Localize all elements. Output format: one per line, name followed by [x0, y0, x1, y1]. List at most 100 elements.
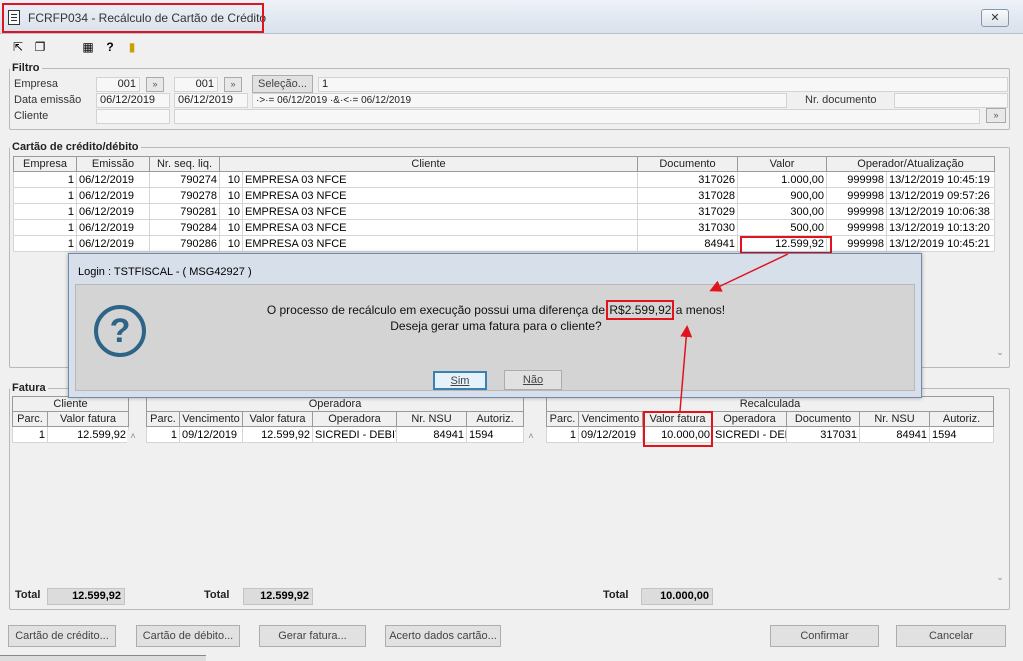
- confirmar-button[interactable]: Confirmar: [770, 625, 879, 647]
- cell-seq: 790284: [149, 219, 220, 236]
- cell-atualizacao: 13/12/2019 09:57:26: [886, 187, 995, 204]
- col-autoriz[interactable]: Autoriz.: [465, 411, 525, 427]
- cell-atualizacao: 13/12/2019 10:45:19: [886, 171, 995, 188]
- selecao-button[interactable]: Seleção...: [252, 75, 313, 93]
- col-autoriz[interactable]: Autoriz.: [928, 411, 995, 427]
- cartao-credito-button[interactable]: Cartão de crédito...: [8, 625, 116, 647]
- fatura-legend: Fatura: [12, 382, 46, 394]
- col-valor-fatura[interactable]: Valor fatura: [642, 411, 713, 427]
- table-row[interactable]: 1 06/12/2019 790274 10 EMPRESA 03 NFCE 317026…: [13, 171, 995, 188]
- cliente-code-field[interactable]: [96, 109, 170, 124]
- cartao-table: Empresa Emissão Nr. seq. liq. Cliente Do…: [13, 156, 995, 252]
- data-from-field[interactable]: 06/12/2019: [96, 93, 170, 108]
- cliente-scrollbar[interactable]: ˄: [127, 430, 139, 580]
- cancelar-button[interactable]: Cancelar: [896, 625, 1006, 647]
- col-emissao[interactable]: Emissão: [76, 156, 150, 172]
- nr-documento-field[interactable]: [894, 93, 1008, 108]
- operadora-scrollbar[interactable]: ˄: [525, 430, 537, 580]
- col-parc[interactable]: Parc.: [12, 411, 48, 427]
- close-button[interactable]: ✕: [981, 9, 1009, 27]
- table-row[interactable]: 1 06/12/2019 790278 10 EMPRESA 03 NFCE 317028…: [13, 187, 995, 204]
- table-row[interactable]: 1 06/12/2019 790286 10 EMPRESA 03 NFCE 84941 1…: [13, 235, 995, 252]
- recalculada-group-header: Recalculada: [545, 396, 995, 412]
- cliente-name-field[interactable]: [174, 109, 980, 124]
- col-documento[interactable]: Documento: [786, 411, 860, 427]
- col-valor-fatura[interactable]: Valor fatura: [47, 411, 129, 427]
- col-nr-seq-liq[interactable]: Nr. seq. liq.: [149, 156, 220, 172]
- table-row[interactable]: 1 09/12/2019 12.599,92 SICREDI - DEBITO …: [146, 426, 525, 443]
- col-operador[interactable]: Operador/Atualização: [826, 156, 995, 172]
- cell-operador: 999998: [826, 203, 887, 220]
- nr-documento-label: Nr. documento: [805, 94, 877, 106]
- cell-cli-cod: 10: [219, 187, 243, 204]
- cell-cli-nome: EMPRESA 03 NFCE: [242, 187, 638, 204]
- cell-emissao: 06/12/2019: [76, 235, 150, 252]
- cliente-label: Cliente: [14, 110, 49, 122]
- col-operadora[interactable]: Operadora: [712, 411, 787, 427]
- empresa-to-field[interactable]: 001: [174, 77, 218, 92]
- selecao-field[interactable]: 1: [318, 77, 1008, 92]
- cell-cli-nome: EMPRESA 03 NFCE: [242, 203, 638, 220]
- cartao-scroll-down[interactable]: ⌄: [994, 347, 1006, 361]
- cell-operador: 999998: [826, 219, 887, 236]
- cell-documento: 317029: [637, 203, 738, 220]
- col-vencimento[interactable]: Vencimento: [179, 411, 243, 427]
- acerto-dados-cartao-button[interactable]: Acerto dados cartão...: [385, 625, 501, 647]
- arrow-out-icon[interactable]: ⇱: [10, 39, 26, 55]
- cliente-lookup-button[interactable]: »: [986, 108, 1006, 123]
- col-nr-nsu[interactable]: Nr. NSU: [859, 411, 930, 427]
- data-to-field[interactable]: 06/12/2019: [174, 93, 248, 108]
- dialog-title: Login : TSTFISCAL - ( MSG42927 ): [78, 266, 252, 278]
- cell-cli-cod: 10: [219, 219, 243, 236]
- recalculada-total-label: Total: [603, 589, 629, 601]
- col-empresa[interactable]: Empresa: [13, 156, 77, 172]
- gerar-fatura-button[interactable]: Gerar fatura...: [259, 625, 366, 647]
- cell-valor: 1.000,00: [737, 171, 827, 188]
- col-nr-nsu[interactable]: Nr. NSU: [396, 411, 467, 427]
- yes-button[interactable]: Sim: [433, 371, 487, 390]
- empresa-to-lookup-button[interactable]: »: [224, 77, 242, 92]
- calculator-icon[interactable]: ▦: [80, 39, 96, 55]
- cell-seq: 790281: [149, 203, 220, 220]
- col-documento[interactable]: Documento: [637, 156, 738, 172]
- col-cliente[interactable]: Cliente: [219, 156, 638, 172]
- cell-cli-nome: EMPRESA 03 NFCE: [242, 171, 638, 188]
- cell-documento: 317026: [637, 171, 738, 188]
- operadora-total-label: Total: [204, 589, 230, 601]
- cell-emissao: 06/12/2019: [76, 187, 150, 204]
- cell-empresa: 1: [13, 187, 77, 204]
- cell-seq: 790278: [149, 187, 220, 204]
- cell-documento: 317030: [637, 219, 738, 236]
- table-row[interactable]: 1 06/12/2019 790284 10 EMPRESA 03 NFCE 317030…: [13, 219, 995, 236]
- cartao-debito-button[interactable]: Cartão de débito...: [136, 625, 240, 647]
- cell-valor: 900,00: [737, 187, 827, 204]
- exit-door-icon[interactable]: ▮: [124, 39, 140, 55]
- col-operadora[interactable]: Operadora: [312, 411, 397, 427]
- col-valor-fatura[interactable]: Valor fatura: [242, 411, 313, 427]
- title-highlight: [2, 3, 264, 33]
- cell-documento: 84941: [637, 235, 738, 252]
- cell-atualizacao: 13/12/2019 10:06:38: [886, 203, 995, 220]
- windows-icon[interactable]: ❐: [32, 39, 48, 55]
- empresa-label: Empresa: [14, 78, 59, 90]
- empresa-from-lookup-button[interactable]: »: [146, 77, 164, 92]
- cell-emissao: 06/12/2019: [76, 171, 150, 188]
- col-parc[interactable]: Parc.: [546, 411, 579, 427]
- help-icon[interactable]: ?: [102, 39, 118, 55]
- table-row[interactable]: 1 09/12/2019 10.000,00 SICREDI - DEBITO …: [546, 426, 995, 443]
- cell-cli-cod: 10: [219, 235, 243, 252]
- recalculada-scroll-down[interactable]: ⌄: [994, 572, 1006, 586]
- cell-empresa: 1: [13, 235, 77, 252]
- table-row[interactable]: 1 06/12/2019 790281 10 EMPRESA 03 NFCE 317029…: [13, 203, 995, 220]
- operadora-group-header: Operadora: [145, 396, 525, 412]
- col-valor[interactable]: Valor: [737, 156, 827, 172]
- col-vencimento[interactable]: Vencimento: [578, 411, 643, 427]
- col-parc[interactable]: Parc.: [146, 411, 180, 427]
- table-row[interactable]: 1 12.599,92: [12, 426, 129, 443]
- toolbar: ⇱ ❐ ▦ ? ▮: [0, 35, 1023, 59]
- cell-empresa: 1: [13, 219, 77, 236]
- empresa-from-field[interactable]: 001: [96, 77, 140, 92]
- data-emissao-label: Data emissão: [14, 94, 82, 106]
- no-button[interactable]: Não: [504, 370, 562, 390]
- data-expression-field: ·>·= 06/12/2019 ·&·<·= 06/12/2019: [252, 93, 787, 108]
